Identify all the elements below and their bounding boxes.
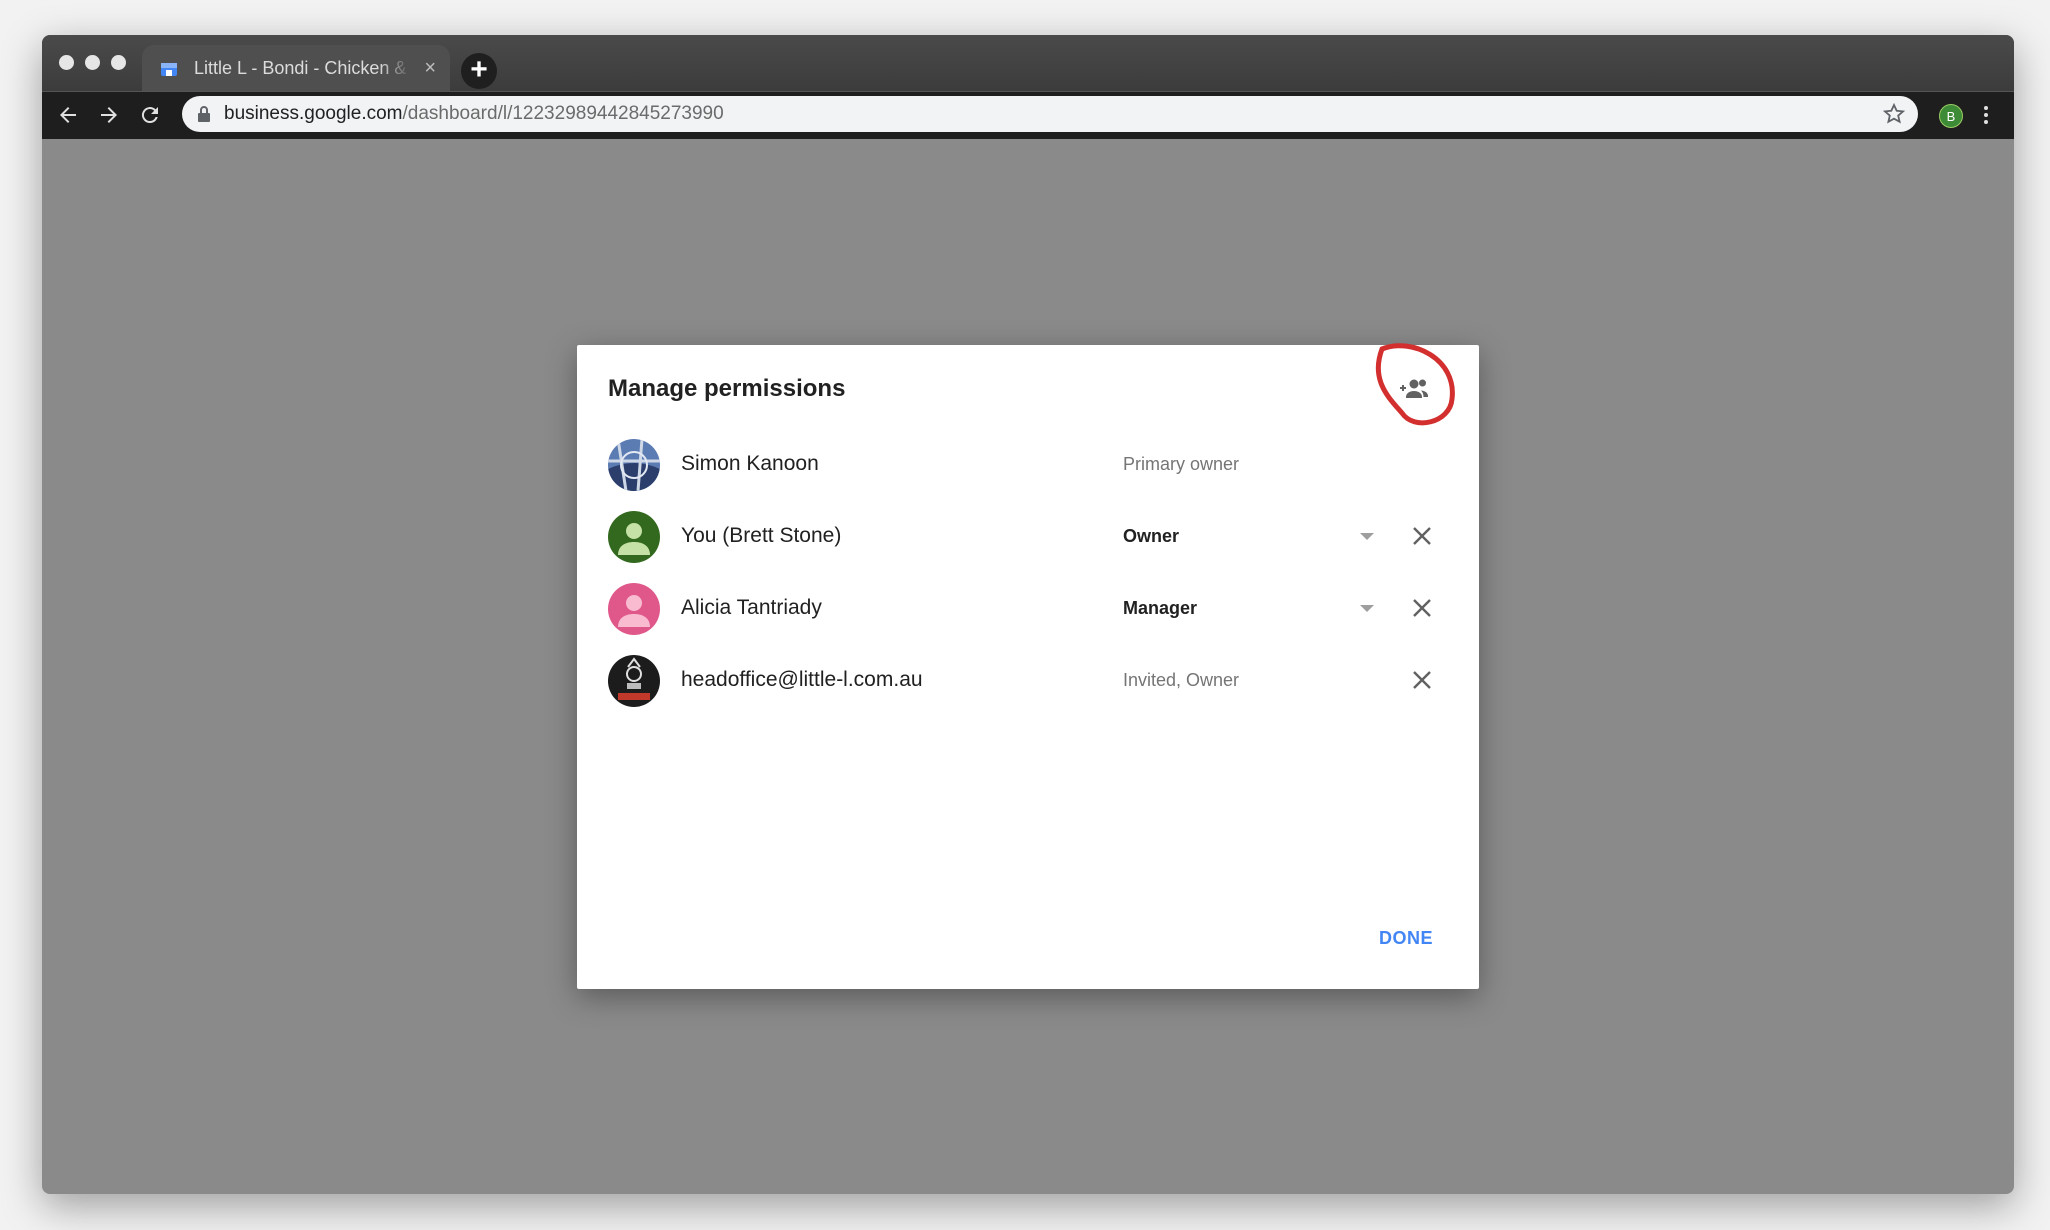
dialog-title: Manage permissions [608,375,846,402]
minimize-window-button[interactable] [85,55,100,70]
add-user-icon[interactable] [1397,375,1431,403]
user-name: Alicia Tantriady [681,596,822,619]
permission-row: You (Brett Stone) Owner [608,507,1448,565]
avatar [608,655,660,707]
user-role: Invited, Owner [1123,670,1240,690]
chevron-down-icon [1360,533,1374,540]
browser-menu-icon[interactable] [1981,103,1991,127]
done-button[interactable]: DONE [1367,918,1445,959]
tab-strip: Little L - Bondi - Chicken & Burgers × + [42,35,2014,91]
forward-icon[interactable] [97,103,121,127]
url-path: /dashboard/l/12232989442845273990 [402,103,724,124]
user-name: You (Brett Stone) [681,524,842,547]
lock-icon [198,106,210,122]
permission-row: Simon Kanoon Primary owner [608,435,1448,493]
tab-title: Little L - Bondi - Chicken & Burgers [194,58,412,78]
browser-toolbar: business.google.com/dashboard/l/12232989… [42,91,2014,139]
back-icon[interactable] [56,103,80,127]
role-dropdown[interactable]: Owner [1123,507,1393,565]
bookmark-star-icon[interactable] [1882,102,1906,126]
permission-row: Alicia Tantriady Manager [608,579,1448,637]
chevron-down-icon [1360,605,1374,612]
remove-user-close-icon[interactable] [1408,666,1436,694]
role-selected-value: Owner [1123,526,1180,546]
profile-avatar[interactable]: B [1939,104,1963,128]
url-text: business.google.com/dashboard/l/12232989… [224,96,724,132]
google-my-business-icon [161,63,177,76]
role-dropdown[interactable]: Manager [1123,579,1393,637]
role-selected-value: Manager [1123,598,1198,618]
reload-icon[interactable] [138,103,162,127]
user-email: headoffice@little-l.com.au [681,668,923,691]
url-host: business.google.com [224,103,403,124]
remove-user-close-icon[interactable] [1408,522,1436,550]
zoom-window-button[interactable] [111,55,126,70]
user-role: Primary owner [1123,454,1240,474]
browser-tab[interactable]: Little L - Bondi - Chicken & Burgers × [142,45,450,91]
close-window-button[interactable] [59,55,74,70]
avatar [608,511,660,563]
remove-user-close-icon[interactable] [1408,594,1436,622]
address-bar[interactable]: business.google.com/dashboard/l/12232989… [182,96,1918,132]
tab-close-icon[interactable]: × [424,45,436,91]
user-name: Simon Kanoon [681,452,819,475]
permission-row: headoffice@little-l.com.au Invited, Owne… [608,651,1448,709]
manage-permissions-dialog: Manage permissions Simon Kanoon Primary … [577,343,1479,989]
browser-window: Little L - Bondi - Chicken & Burgers × +… [42,35,2014,1194]
new-tab-button[interactable]: + [461,53,497,89]
avatar [608,583,660,635]
avatar [608,439,660,491]
